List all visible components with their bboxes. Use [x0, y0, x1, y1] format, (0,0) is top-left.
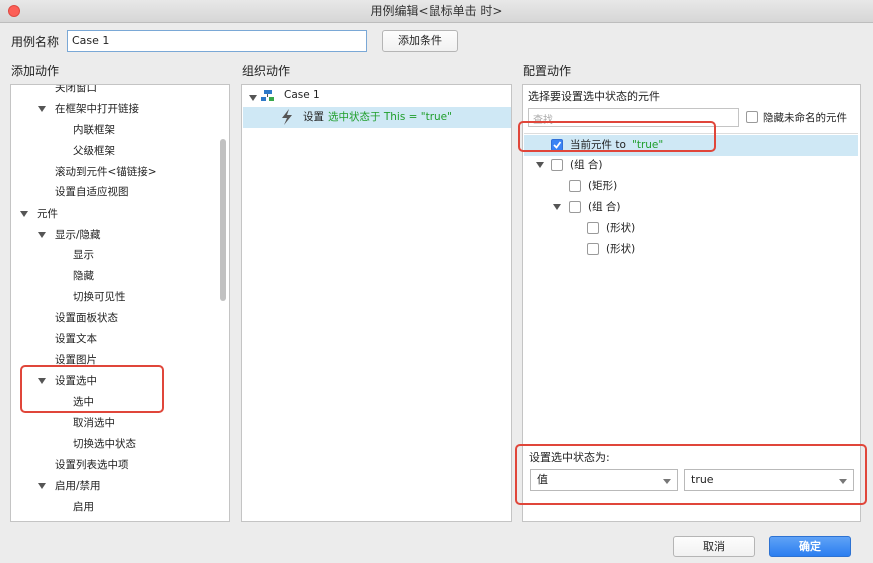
rectangle-checkbox[interactable]: [569, 180, 581, 192]
hide-unnamed-checkbox[interactable]: [746, 111, 758, 123]
shape-2-checkbox[interactable]: [587, 243, 599, 255]
action-set-text[interactable]: 设置文本: [55, 330, 97, 348]
action-inline-frame[interactable]: 内联框架: [73, 121, 115, 139]
group-1-checkbox[interactable]: [551, 159, 563, 171]
action-open-in-frame[interactable]: 在框架中打开链接: [55, 100, 139, 118]
lightning-icon: [282, 109, 292, 125]
organize-actions-heading: 组织动作: [242, 64, 291, 78]
action-unselect[interactable]: 取消选中: [73, 414, 115, 432]
tree-group-1[interactable]: (组 合): [570, 156, 603, 174]
action-toggle-visibility[interactable]: 切换可见性: [73, 288, 126, 306]
group-widgets[interactable]: 元件: [37, 205, 58, 223]
tree-group-2[interactable]: (组 合): [588, 198, 621, 216]
case-name-label: 用例名称: [11, 35, 60, 49]
case-1-node[interactable]: Case 1: [284, 86, 320, 104]
expand-triangle-icon[interactable]: [536, 162, 544, 168]
ok-button[interactable]: 确定: [769, 536, 851, 557]
action-parent-frame[interactable]: 父级框架: [73, 142, 115, 160]
window-title: 用例编辑<鼠标单击 时>: [370, 4, 503, 18]
configure-actions-heading: 配置动作: [523, 64, 572, 78]
expand-triangle-icon[interactable]: [20, 211, 28, 217]
hide-unnamed-label: 隐藏未命名的元件: [763, 112, 847, 124]
close-window-button[interactable]: [8, 5, 20, 17]
action-prefix: 设置: [303, 111, 324, 123]
action-scroll-to-widget[interactable]: 滚动到元件<锚链接>: [55, 163, 157, 181]
case-tree-icon: [261, 90, 274, 101]
action-show-hide[interactable]: 显示/隐藏: [55, 226, 101, 244]
action-toggle-selected[interactable]: 切换选中状态: [73, 435, 136, 453]
collapse-triangle-icon[interactable]: [249, 95, 257, 101]
action-enable[interactable]: 启用: [73, 498, 94, 516]
highlight-set-selected: [20, 365, 164, 413]
action-detail: 选中状态于 This = "true": [328, 111, 452, 123]
highlight-current-widget: [518, 121, 716, 152]
cancel-button[interactable]: 取消: [673, 536, 755, 557]
action-show[interactable]: 显示: [73, 246, 94, 264]
group-2-checkbox[interactable]: [569, 201, 581, 213]
action-close-window[interactable]: 关闭窗口: [55, 85, 97, 97]
widget-tree: 当前元件 to "true" (组 合) (矩形) (组 合) (形状) (形状…: [524, 133, 858, 454]
tree-rectangle[interactable]: (矩形): [588, 177, 617, 195]
title-bar: 用例编辑<鼠标单击 时>: [0, 0, 873, 23]
expand-triangle-icon[interactable]: [38, 232, 46, 238]
case-name-input[interactable]: Case 1: [67, 30, 367, 52]
action-set-panel-state[interactable]: 设置面板状态: [55, 309, 118, 327]
action-hide[interactable]: 隐藏: [73, 267, 94, 285]
tree-shape-2[interactable]: (形状): [606, 240, 635, 258]
action-set-list-selection[interactable]: 设置列表选中项: [55, 456, 129, 474]
action-enable-disable[interactable]: 启用/禁用: [55, 477, 101, 495]
add-actions-heading: 添加动作: [11, 64, 60, 78]
highlight-set-state: [515, 444, 867, 505]
shape-1-checkbox[interactable]: [587, 222, 599, 234]
add-actions-scrollbar[interactable]: [220, 139, 226, 301]
expand-triangle-icon[interactable]: [38, 106, 46, 112]
expand-triangle-icon[interactable]: [38, 483, 46, 489]
add-actions-panel: 关闭窗口 在框架中打开链接 内联框架 父级框架 滚动到元件<锚链接> 设置自适应…: [10, 84, 230, 522]
action-set-adaptive-view[interactable]: 设置自适应视图: [55, 183, 129, 201]
expand-triangle-icon[interactable]: [553, 204, 561, 210]
add-condition-button[interactable]: 添加条件: [382, 30, 458, 52]
select-widget-label: 选择要设置选中状态的元件: [528, 90, 660, 103]
tree-shape-1[interactable]: (形状): [606, 219, 635, 237]
organize-actions-panel: Case 1 设置 选中状态于 This = "true": [241, 84, 512, 522]
selected-action-row[interactable]: 设置 选中状态于 This = "true": [243, 107, 511, 128]
dialog-window: 用例编辑<鼠标单击 时> 用例名称 Case 1 添加条件 添加动作 组织动作 …: [0, 0, 873, 563]
